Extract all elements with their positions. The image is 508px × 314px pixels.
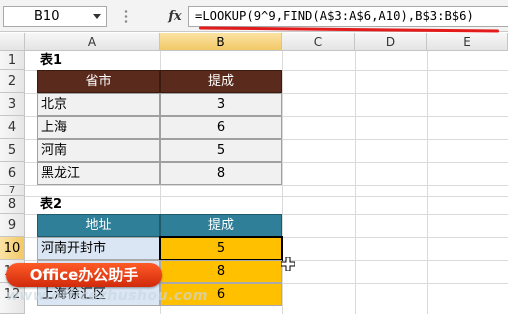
formula-bar: B10 fx =LOOKUP(9^9,FIND(A$3:A$6,A10),B$3… [0, 0, 508, 33]
table1-commission-cell[interactable]: 3 [160, 93, 282, 116]
table1-header-province[interactable]: 省市 [37, 70, 160, 93]
column-header-d[interactable]: D [355, 33, 427, 51]
table1-province-cell[interactable]: 河南 [37, 139, 160, 162]
table1-commission-cell[interactable]: 6 [160, 116, 282, 139]
column-header-c[interactable]: C [282, 33, 355, 51]
column-header-b[interactable]: B [160, 33, 282, 51]
name-box-dropdown-icon[interactable] [93, 14, 101, 19]
table1-province-cell[interactable]: 上海 [37, 116, 160, 139]
formula-text: =LOOKUP(9^9,FIND(A$3:A$6,A10),B$3:B$6) [195, 9, 474, 23]
row-header-7[interactable]: 7 [0, 185, 25, 196]
table1-commission-cell[interactable]: 8 [160, 162, 282, 185]
gridline [355, 51, 356, 314]
column-header-a[interactable]: A [25, 33, 160, 51]
formula-highlight-underline [198, 26, 500, 33]
gridline [282, 51, 283, 314]
table2-label[interactable]: 表2 [37, 196, 147, 214]
table1-province-cell[interactable]: 黑龙江 [37, 162, 160, 185]
table2-commission-cell-active[interactable]: 5 [159, 236, 283, 261]
name-box-value: B10 [34, 9, 60, 24]
table2-header-address[interactable]: 地址 [37, 214, 160, 237]
column-header-e[interactable]: E [427, 33, 508, 51]
table1-label[interactable]: 表1 [37, 51, 147, 70]
row-header-10[interactable]: 10 [0, 237, 25, 260]
fill-cursor-icon [281, 257, 295, 271]
formula-input[interactable]: =LOOKUP(9^9,FIND(A$3:A$6,A10),B$3:B$6) [188, 6, 508, 27]
name-box[interactable]: B10 [3, 6, 107, 27]
table2-address-cell[interactable]: 河南开封市 [37, 237, 160, 260]
table1-commission-cell[interactable]: 5 [160, 139, 282, 162]
gridline [427, 51, 428, 314]
spreadsheet-window: B10 fx =LOOKUP(9^9,FIND(A$3:A$6,A10),B$3… [0, 0, 508, 314]
table2-header-commission[interactable]: 提成 [160, 214, 282, 237]
formula-bar-resize-handle[interactable] [124, 9, 128, 23]
select-all-corner[interactable] [0, 33, 25, 51]
row-header-6[interactable]: 6 [0, 162, 25, 185]
insert-function-button[interactable]: fx [164, 6, 186, 27]
table2-commission-cell[interactable]: 8 [160, 260, 282, 283]
row-header-3[interactable]: 3 [0, 93, 25, 116]
row-header-2[interactable]: 2 [0, 70, 25, 93]
row-header-8[interactable]: 8 [0, 196, 25, 214]
table1-province-cell[interactable]: 北京 [37, 93, 160, 116]
row-header-5[interactable]: 5 [0, 139, 25, 162]
row-header-9[interactable]: 9 [0, 214, 25, 237]
gridline [25, 185, 508, 186]
watermark-badge: Office办公助手 [6, 263, 162, 287]
row-header-4[interactable]: 4 [0, 116, 25, 139]
watermark-url: www.officezhushou.com [6, 288, 208, 304]
row-header-1[interactable]: 1 [0, 51, 25, 70]
table1-header-commission[interactable]: 提成 [160, 70, 282, 93]
